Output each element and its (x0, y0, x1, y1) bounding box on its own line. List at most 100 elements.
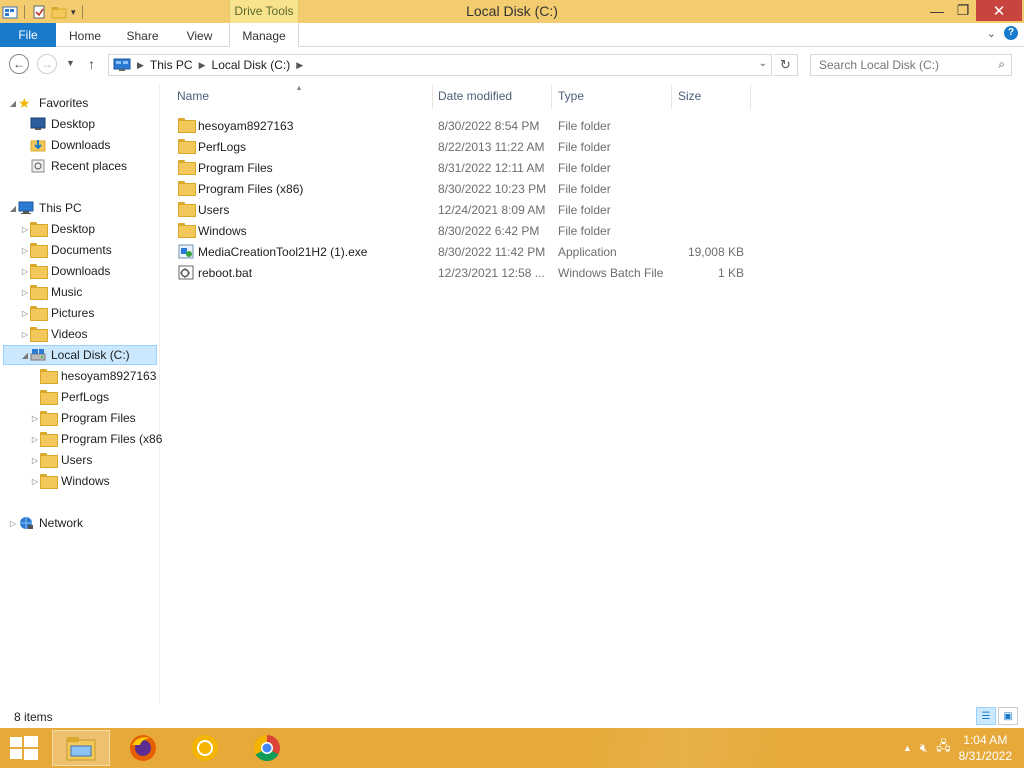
tab-home[interactable]: Home (56, 23, 114, 47)
ribbon-right-controls: ⌄ ? (987, 26, 1018, 40)
breadcrumb-this-pc[interactable]: This PC (150, 58, 193, 72)
expand-arrow-icon[interactable]: ▷ (20, 246, 30, 255)
this-pc-icon (18, 201, 34, 214)
expand-arrow-icon[interactable]: ▷ (8, 519, 18, 528)
column-header-name[interactable]: Name (177, 89, 209, 103)
nav-item-music[interactable]: ▷ Music (20, 282, 82, 302)
network-status-icon[interactable]: 🖧 (936, 737, 951, 759)
nav-item-program-files-x86[interactable]: ▷ Program Files (x86 (30, 429, 162, 449)
nav-network[interactable]: ▷ Network (8, 513, 83, 533)
column-divider[interactable] (671, 85, 672, 109)
breadcrumb-separator-icon[interactable]: ▶ (296, 60, 303, 71)
nav-item-pc-desktop[interactable]: ▷ Desktop (20, 219, 95, 239)
file-row[interactable]: MediaCreationTool21H2 (1).exe 8/30/2022 … (174, 241, 754, 262)
expand-arrow-icon[interactable]: ▷ (20, 309, 30, 318)
column-divider[interactable] (551, 85, 552, 109)
minimize-button[interactable]: — (924, 0, 950, 21)
status-bar: 8 items ☰ ▣ (0, 703, 1024, 728)
collapse-arrow-icon[interactable]: ◢ (20, 351, 30, 360)
forward-button[interactable]: → (37, 54, 57, 74)
refresh-button[interactable]: ↻ (774, 54, 798, 76)
taskbar-firefox[interactable] (114, 730, 172, 766)
expand-arrow-icon[interactable]: ▷ (20, 288, 30, 297)
nav-label: Program Files (x86 (61, 432, 163, 446)
nav-this-pc[interactable]: ◢ This PC (8, 198, 82, 218)
expand-arrow-icon[interactable]: ▷ (30, 414, 40, 423)
nav-label: Music (51, 285, 83, 299)
start-button[interactable] (10, 736, 38, 760)
up-button[interactable]: ↑ (88, 56, 95, 72)
chrome-icon (253, 734, 280, 762)
nav-label: This PC (39, 201, 82, 215)
taskbar-file-explorer[interactable] (52, 730, 110, 766)
file-row[interactable]: Program Files (x86) 8/30/2022 10:23 PM F… (174, 178, 754, 199)
tab-share[interactable]: Share (114, 23, 171, 47)
file-row[interactable]: Windows 8/30/2022 6:42 PM File folder (174, 220, 754, 241)
nav-item-documents[interactable]: ▷ Documents (20, 240, 112, 260)
taskbar-chrome-canary[interactable] (176, 730, 234, 766)
address-bar[interactable]: ▶ This PC ▶ Local Disk (C:) ▶ ⌄ (108, 54, 772, 76)
breadcrumb-local-disk[interactable]: Local Disk (C:) (212, 58, 291, 72)
column-divider[interactable] (750, 85, 751, 109)
expand-arrow-icon[interactable]: ▷ (30, 456, 40, 465)
close-button[interactable]: ✕ (976, 0, 1022, 21)
maximize-button[interactable]: ❐ (950, 0, 976, 21)
nav-item-recent-places[interactable]: Recent places (30, 156, 127, 176)
search-input[interactable]: Search Local Disk (C:) ⌕ (810, 54, 1012, 76)
details-view-button[interactable]: ☰ (976, 707, 996, 725)
nav-item-users[interactable]: ▷ Users (30, 450, 92, 470)
large-icons-view-button[interactable]: ▣ (998, 707, 1018, 725)
folder-icon (178, 202, 196, 217)
back-button[interactable]: ← (9, 54, 29, 74)
expand-arrow-icon[interactable]: ▷ (20, 267, 30, 276)
expand-arrow-icon[interactable]: ▷ (20, 225, 30, 234)
nav-item-windows[interactable]: ▷ Windows (30, 471, 110, 491)
tab-view[interactable]: View (171, 23, 228, 47)
nav-item-pc-downloads[interactable]: ▷ Downloads (20, 261, 110, 281)
nav-item-local-disk[interactable]: ◢ Local Disk (C:) (3, 345, 157, 365)
column-header-size[interactable]: Size (678, 89, 701, 103)
expand-arrow-icon[interactable]: ▷ (20, 330, 30, 339)
tab-manage[interactable]: Manage (229, 23, 299, 47)
nav-item-desktop[interactable]: Desktop (30, 114, 95, 134)
show-hidden-icons-icon[interactable]: ▲ (903, 743, 912, 753)
file-type: Windows Batch File (558, 266, 664, 280)
nav-favorites[interactable]: ◢ ★ Favorites (8, 93, 88, 113)
column-header-type[interactable]: Type (558, 89, 584, 103)
nav-item-program-files[interactable]: ▷ Program Files (30, 408, 136, 428)
column-divider[interactable] (432, 85, 433, 109)
tab-file[interactable]: File (0, 23, 56, 47)
folder-icon (178, 223, 196, 238)
nav-item-pictures[interactable]: ▷ Pictures (20, 303, 94, 323)
expand-arrow-icon[interactable]: ▷ (30, 477, 40, 486)
nav-item-perflogs[interactable]: PerfLogs (40, 387, 109, 407)
clock[interactable]: 1:04 AM 8/31/2022 (959, 732, 1012, 764)
recent-locations-icon[interactable]: ▼ (66, 58, 75, 68)
file-row[interactable]: Users 12/24/2021 8:09 AM File folder (174, 199, 754, 220)
breadcrumb-separator-icon[interactable]: ▶ (199, 60, 206, 71)
volume-muted-icon[interactable]: 🔇︎ (920, 740, 928, 756)
nav-item-hesoyam[interactable]: hesoyam8927163 (40, 366, 156, 386)
file-date: 12/24/2021 8:09 AM (438, 203, 546, 217)
folder-icon (40, 411, 58, 426)
folder-icon (40, 390, 58, 405)
nav-label: Favorites (39, 96, 89, 110)
help-icon[interactable]: ? (1004, 26, 1018, 40)
nav-item-videos[interactable]: ▷ Videos (20, 324, 87, 344)
expand-ribbon-icon[interactable]: ⌄ (987, 27, 996, 40)
file-row[interactable]: reboot.bat 12/23/2021 12:58 ... Windows … (174, 262, 754, 283)
search-icon[interactable]: ⌕ (998, 57, 1005, 72)
file-date: 8/30/2022 8:54 PM (438, 119, 540, 133)
breadcrumb-separator-icon[interactable]: ▶ (137, 60, 144, 71)
column-header-date-modified[interactable]: Date modified (438, 89, 512, 103)
collapse-arrow-icon[interactable]: ◢ (8, 99, 18, 108)
nav-item-downloads[interactable]: Downloads (30, 135, 110, 155)
address-history-dropdown-icon[interactable]: ⌄ (759, 58, 767, 69)
file-row[interactable]: Program Files 8/31/2022 12:11 AM File fo… (174, 157, 754, 178)
file-row[interactable]: PerfLogs 8/22/2013 11:22 AM File folder (174, 136, 754, 157)
taskbar-chrome[interactable] (238, 730, 296, 766)
file-row[interactable]: hesoyam8927163 8/30/2022 8:54 PM File fo… (174, 115, 754, 136)
expand-arrow-icon[interactable]: ▷ (30, 435, 40, 444)
collapse-arrow-icon[interactable]: ◢ (8, 204, 18, 213)
taskbar: ▲ 🔇︎ 🖧 1:04 AM 8/31/2022 (0, 728, 1024, 768)
